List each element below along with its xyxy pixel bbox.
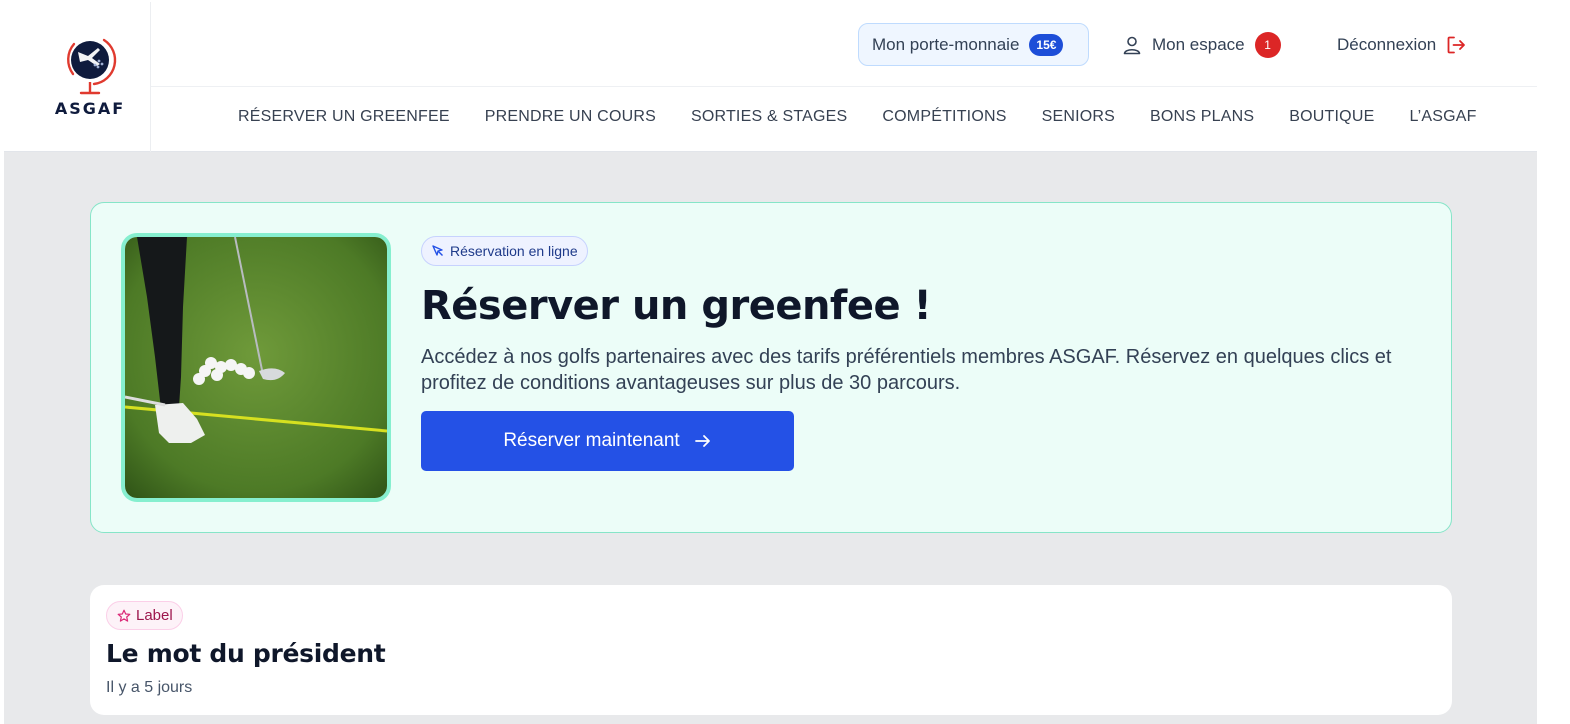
president-message-card[interactable]: Label Le mot du président Il y a 5 jours: [90, 585, 1452, 715]
logout-icon: [1447, 36, 1466, 54]
user-icon: [1123, 36, 1141, 55]
card-title: Le mot du président: [106, 639, 386, 668]
golf-photo: [121, 233, 391, 502]
header-divider: [151, 86, 1537, 87]
star-icon: [117, 609, 131, 622]
logout-link[interactable]: Déconnexion: [1337, 32, 1466, 58]
arrow-right-icon: [694, 435, 710, 447]
brand-name: ASGAF: [54, 99, 126, 118]
reservation-en-ligne-pill: Réservation en ligne: [421, 236, 588, 266]
nav-item-reserver-greenfee[interactable]: RÉSERVER UN GREENFEE: [238, 108, 450, 132]
wallet-amount-badge: 15€: [1029, 33, 1064, 56]
page-frame: ASGAF Mon porte-monnaie 15€ Mon espace 1…: [4, 2, 1537, 724]
wallet-label: Mon porte-monnaie: [872, 34, 1020, 54]
mon-espace-label: Mon espace: [1152, 35, 1245, 54]
nav-item-bons-plans[interactable]: BONS PLANS: [1150, 108, 1254, 132]
nav-item-asgaf[interactable]: L’ASGAF: [1409, 108, 1476, 132]
label-text: Label: [136, 607, 173, 624]
nav-item-boutique[interactable]: BOUTIQUE: [1289, 108, 1374, 132]
greenfee-hero-card: Réservation en ligne Réserver un greenfe…: [90, 202, 1452, 533]
hero-description: Accédez à nos golfs partenaires avec des…: [421, 346, 1392, 394]
button-label: Réserver maintenant: [503, 430, 680, 451]
logo-link[interactable]: ASGAF: [4, 2, 151, 152]
hero-title: Réserver un greenfee !: [421, 283, 932, 329]
logout-label: Déconnexion: [1337, 35, 1437, 54]
nav-item-seniors[interactable]: SENIORS: [1042, 108, 1115, 132]
reserver-maintenant-button[interactable]: Réserver maintenant: [421, 411, 794, 471]
nav-item-prendre-cours[interactable]: PRENDRE UN COURS: [485, 108, 656, 132]
label-badge: Label: [106, 601, 183, 630]
nav-item-sorties-stages[interactable]: SORTIES & STAGES: [691, 108, 847, 132]
notification-badge: 1: [1254, 32, 1281, 58]
card-timestamp: Il y a 5 jours: [106, 679, 193, 696]
wallet-button[interactable]: Mon porte-monnaie 15€: [858, 23, 1089, 66]
main-nav: RÉSERVER UN GREENFEE PRENDRE UN COURS SO…: [238, 108, 1477, 132]
pill-label: Réservation en ligne: [450, 243, 578, 259]
site-header: ASGAF Mon porte-monnaie 15€ Mon espace 1…: [4, 2, 1537, 152]
mon-espace-link[interactable]: Mon espace 1: [1122, 32, 1281, 58]
globe-logo-icon: [67, 38, 117, 95]
nav-item-competitions[interactable]: COMPÉTITIONS: [882, 108, 1006, 132]
cursor-icon: [432, 245, 443, 256]
